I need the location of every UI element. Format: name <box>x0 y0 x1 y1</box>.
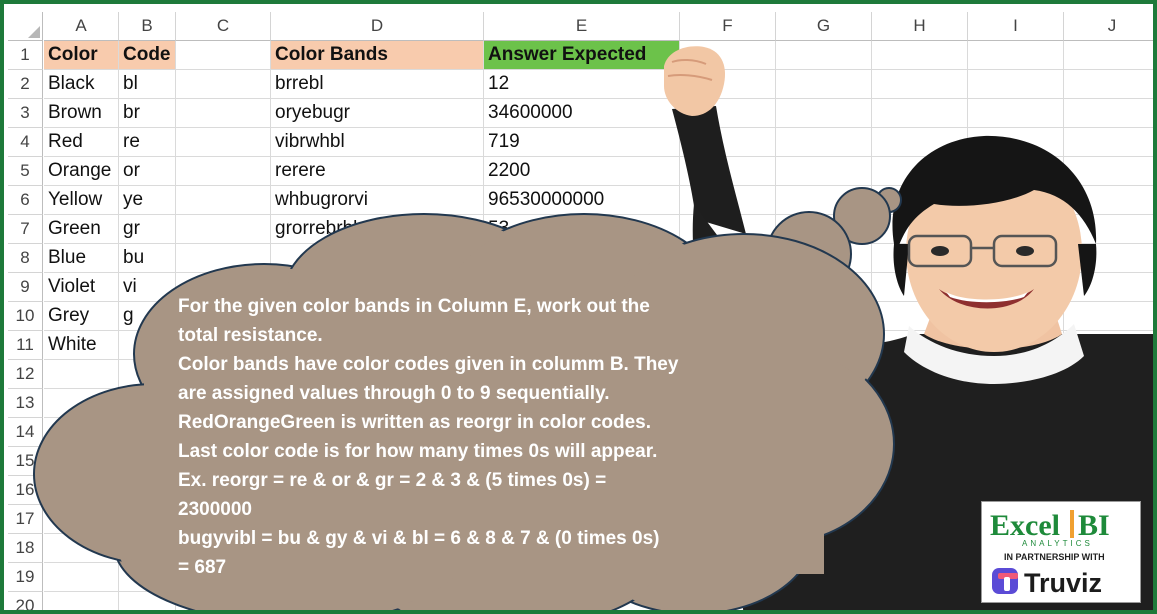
instruction-line: Last color code is for how many times 0s… <box>178 441 658 462</box>
instruction-line: total resistance. <box>178 325 323 346</box>
logo-partner: Truviz <box>1024 568 1102 598</box>
instruction-line: For the given color bands in Column E, w… <box>178 296 650 317</box>
truviz-icon <box>992 568 1018 594</box>
logo-brand-right: BI <box>1078 509 1110 542</box>
instruction-line: bugyvibl = bu & gy & vi & bl = 6 & 8 & 7… <box>178 528 660 549</box>
excelbi-truviz-logo: Excel BI ANALYTICS IN PARTNERSHIP WITH T… <box>981 501 1141 603</box>
instruction-line: = 687 <box>178 557 227 578</box>
instruction-line: 2300000 <box>178 499 252 520</box>
thumbnail-frame: A B C D E F G H I J 1 Color Code Color Bands Answer Ex… <box>0 0 1157 614</box>
instruction-text: For the given color bands in Column E, w… <box>178 292 738 582</box>
instruction-line: Ex. reorgr = re & or & gr = 2 & 3 & (5 t… <box>178 470 607 491</box>
logo-tagline: ANALYTICS <box>1022 539 1093 548</box>
logo-brand-left: Excel <box>990 509 1060 542</box>
instruction-line: are assigned values through 0 to 9 seque… <box>178 383 610 404</box>
instruction-line: Color bands have color codes given in co… <box>178 354 679 375</box>
logo-partnership: IN PARTNERSHIP WITH <box>1004 552 1105 562</box>
instruction-line: RedOrangeGreen is written as reorgr in c… <box>178 412 652 433</box>
